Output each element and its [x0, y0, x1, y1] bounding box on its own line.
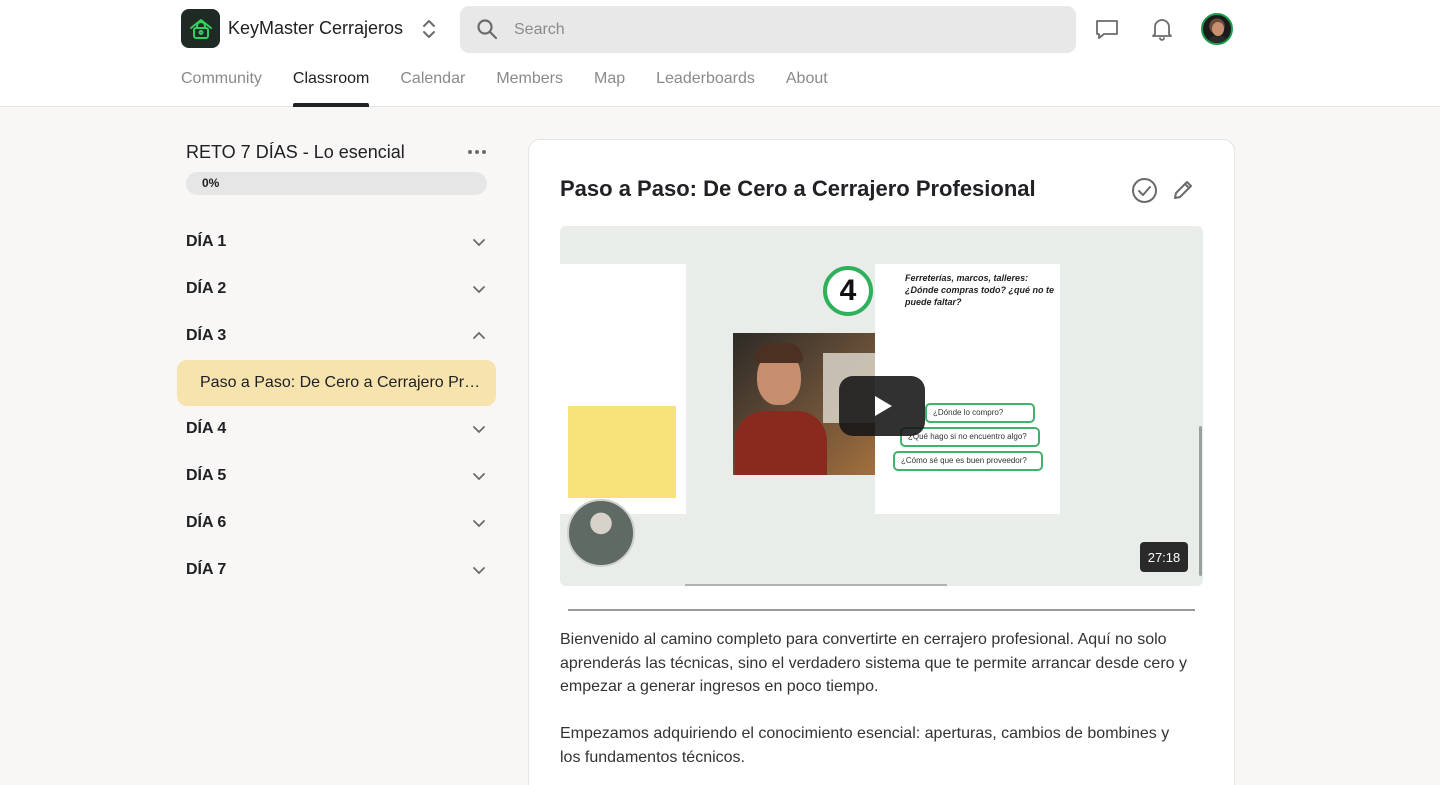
mark-complete-check-icon[interactable] — [1131, 177, 1158, 204]
sidebar-day-1[interactable]: DÍA 1 — [186, 227, 486, 257]
tab-classroom[interactable]: Classroom — [292, 60, 370, 107]
webcam-bubble — [567, 499, 635, 567]
tab-map[interactable]: Map — [594, 60, 625, 107]
chevron-down-icon — [473, 286, 485, 294]
play-icon — [875, 396, 892, 416]
user-avatar[interactable] — [1201, 13, 1233, 45]
sidebar-day-7[interactable]: DÍA 7 — [186, 555, 486, 585]
course-progress-bar: 0% — [186, 172, 487, 195]
lesson-item-active[interactable]: Paso a Paso: De Cero a Cerrajero Profesi… — [177, 360, 496, 406]
chat-icon[interactable] — [1094, 16, 1120, 42]
content-divider — [568, 609, 1195, 611]
chevron-up-icon — [473, 331, 485, 339]
chevron-down-icon — [473, 473, 485, 481]
sidebar-day-5[interactable]: DÍA 5 — [186, 461, 486, 491]
day-label: DÍA 6 — [186, 514, 227, 531]
slide-button-label: ¿Dónde lo compro? — [933, 408, 1004, 417]
slide-button-3: ¿Cómo sé que es buen proveedor? — [893, 451, 1043, 471]
tab-about[interactable]: About — [786, 60, 828, 107]
day-label: DÍA 7 — [186, 561, 227, 578]
bell-icon[interactable] — [1149, 16, 1175, 42]
sidebar-day-3[interactable]: DÍA 3 — [186, 321, 486, 351]
sidebar-day-6[interactable]: DÍA 6 — [186, 508, 486, 538]
slide-button-label: ¿Qué hago si no encuentro algo? — [908, 432, 1027, 441]
search-bar[interactable] — [460, 6, 1076, 53]
chevron-down-icon — [473, 520, 485, 528]
lock-house-logo-icon[interactable] — [181, 9, 220, 48]
video-player[interactable]: Ferreterías, marcos, talleres: ¿Dónde co… — [560, 226, 1203, 586]
edit-pencil-icon[interactable] — [1171, 178, 1195, 202]
tab-community[interactable]: Community — [181, 60, 262, 107]
search-input[interactable] — [514, 6, 1054, 53]
tab-calendar[interactable]: Calendar — [400, 60, 465, 107]
slide-number-badge: 4 — [823, 266, 873, 316]
nav-tabs: Community Classroom Calendar Members Map… — [181, 60, 828, 107]
course-title: RETO 7 DÍAS - Lo esencial — [186, 142, 405, 162]
day-label: DÍA 5 — [186, 467, 227, 484]
switcher-chevrons-icon[interactable] — [420, 17, 438, 41]
day-label: DÍA 3 — [186, 327, 227, 344]
slide-heading: Ferreterías, marcos, talleres: ¿Dónde co… — [905, 273, 1054, 307]
play-button[interactable] — [839, 376, 925, 436]
slide-button-label: ¿Cómo sé que es buen proveedor? — [901, 456, 1027, 465]
top-header: KeyMaster Cerrajeros Community Classroom… — [0, 0, 1440, 107]
lesson-paragraph-1: Bienvenido al camino completo para conve… — [560, 631, 1187, 695]
lesson-title: Paso a Paso: De Cero a Cerrajero Profesi… — [560, 176, 1036, 201]
lesson-paragraph-2: Empezamos adquiriendo el conocimiento es… — [560, 725, 1170, 766]
video-duration: 27:18 — [1140, 542, 1188, 572]
lesson-label: Paso a Paso: De Cero a Cerrajero Profesi… — [200, 374, 488, 391]
day-label: DÍA 2 — [186, 280, 227, 297]
progress-label: 0% — [202, 176, 220, 190]
tab-leaderboards[interactable]: Leaderboards — [656, 60, 755, 107]
day-label: DÍA 4 — [186, 420, 227, 437]
sidebar-day-2[interactable]: DÍA 2 — [186, 274, 486, 304]
more-options-icon[interactable] — [466, 146, 488, 158]
board-scrollbar — [1199, 426, 1202, 576]
day-label: DÍA 1 — [186, 233, 227, 250]
slide-button-1: ¿Dónde lo compro? — [925, 403, 1035, 423]
chevron-down-icon — [473, 567, 485, 575]
board-horizontal-scroll — [685, 584, 947, 586]
community-name[interactable]: KeyMaster Cerrajeros — [228, 18, 403, 39]
sidebar-day-4[interactable]: DÍA 4 — [186, 414, 486, 444]
chevron-down-icon — [473, 426, 485, 434]
chevron-down-icon — [473, 239, 485, 247]
search-icon — [477, 19, 498, 40]
tab-members[interactable]: Members — [496, 60, 563, 107]
sticky-note — [568, 406, 676, 498]
